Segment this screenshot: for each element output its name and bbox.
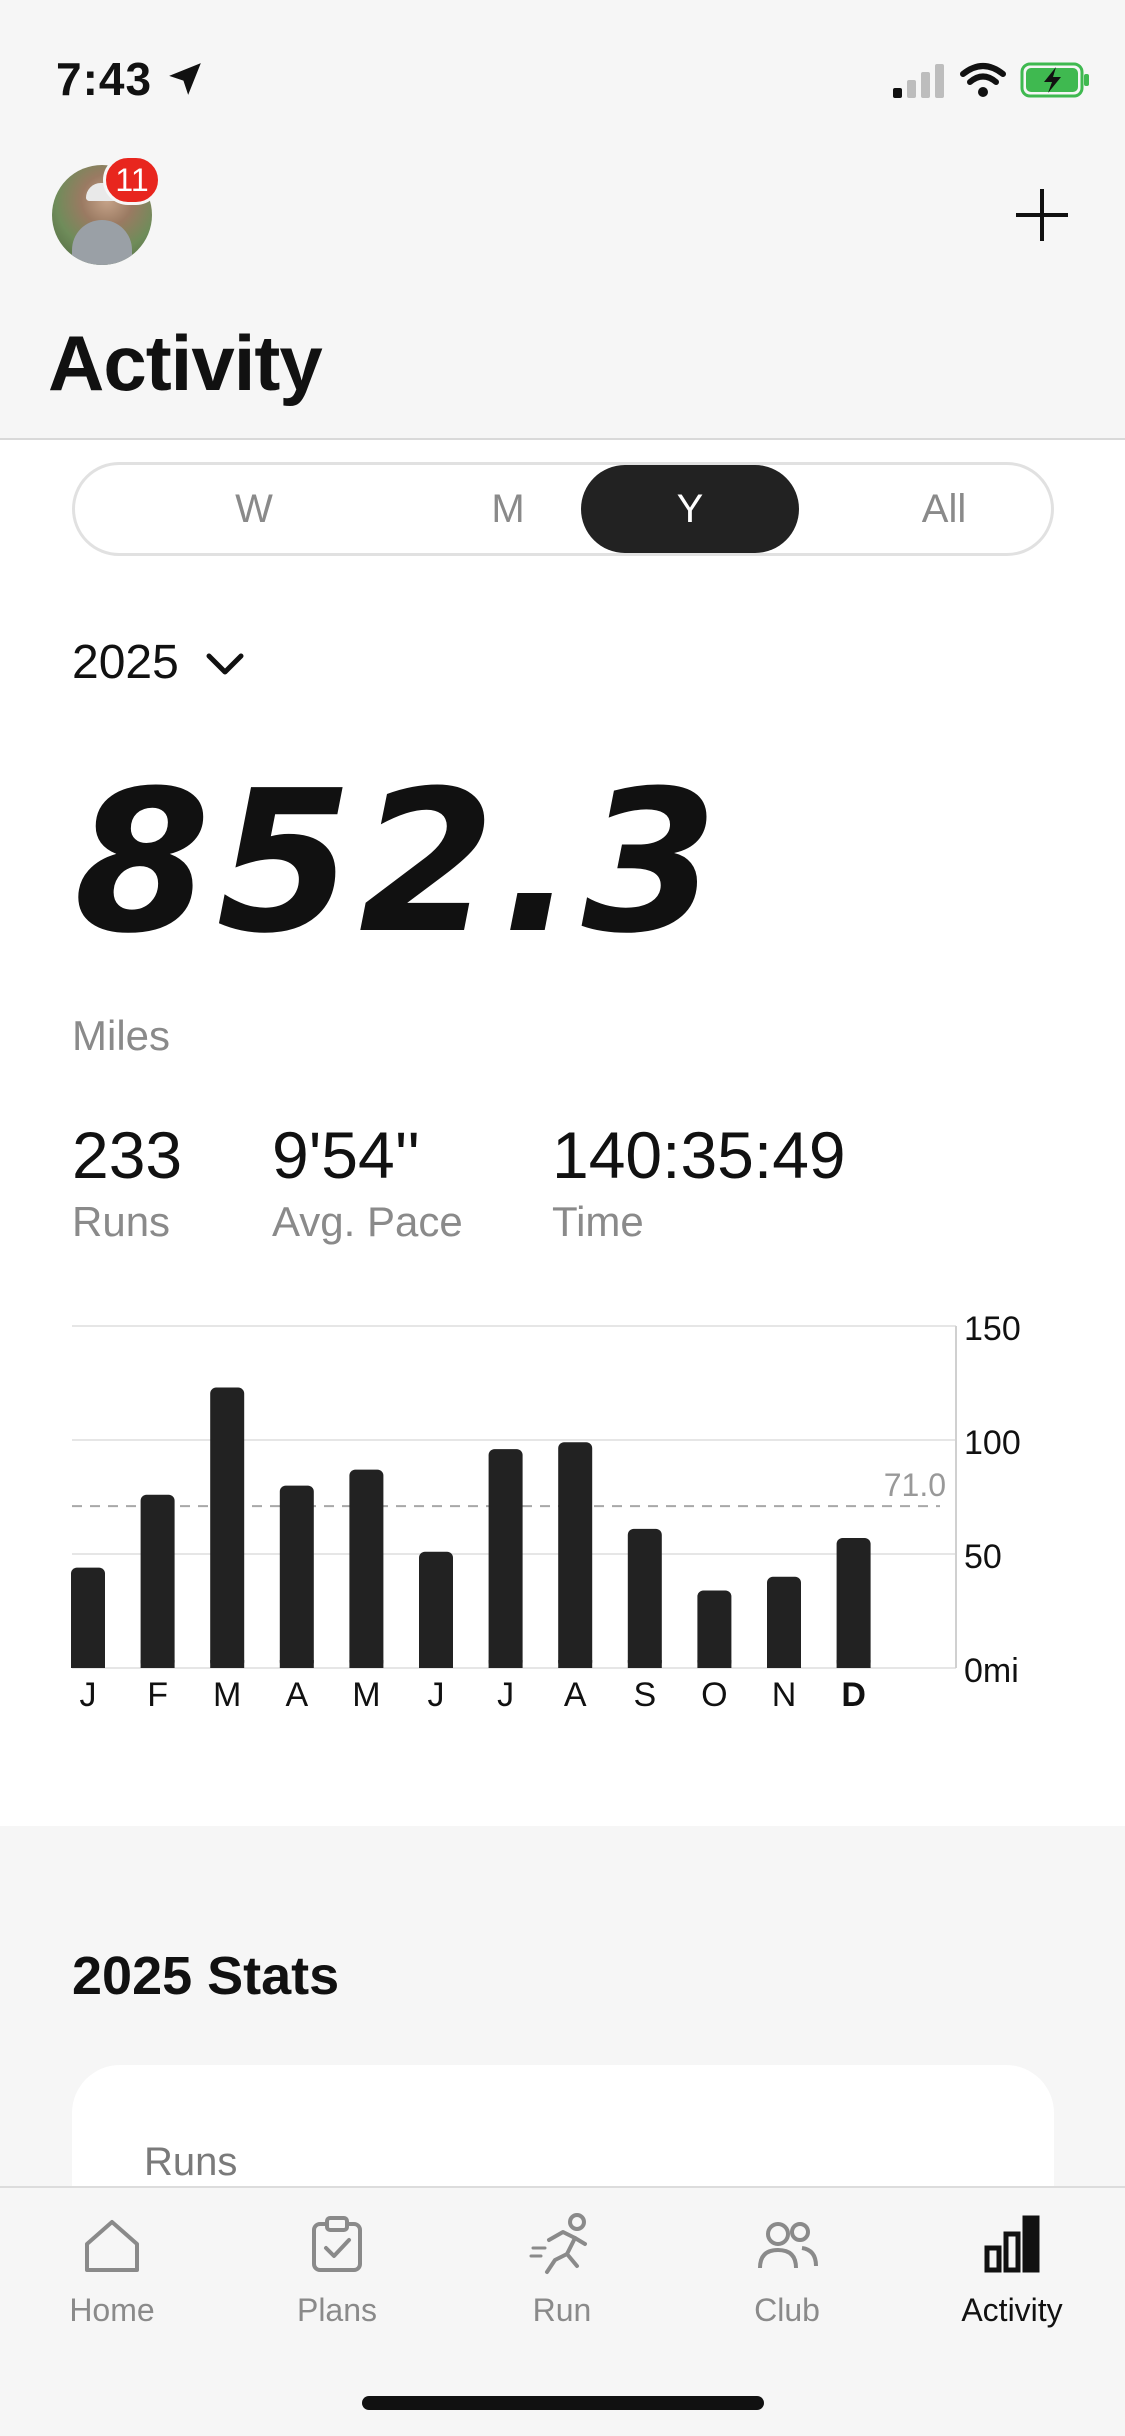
tab-year[interactable]: Y: [581, 465, 799, 553]
bar: [488, 1449, 523, 1668]
tab-run[interactable]: Run: [462, 2210, 662, 2360]
bar-base: [419, 1660, 453, 1668]
distance-unit: Miles: [72, 1012, 171, 1059]
x-tick-label: D: [841, 1676, 866, 1714]
bar: [210, 1387, 245, 1668]
stats-section-title: 2025 Stats: [72, 1946, 340, 2006]
home-icon: [85, 2220, 139, 2272]
y-tick-label: 150: [964, 1310, 1021, 1348]
add-button[interactable]: [1012, 185, 1072, 245]
notification-badge: 11: [103, 155, 161, 205]
time-label: Time: [552, 1198, 644, 1245]
bar: [71, 1567, 105, 1668]
runner-icon: [529, 2213, 587, 2274]
bar: [419, 1551, 453, 1668]
bar: [627, 1528, 662, 1668]
bar-chart-icon: [984, 2215, 1040, 2273]
bar: [279, 1485, 314, 1668]
x-tick-label: N: [772, 1676, 797, 1714]
average-label: 71.0: [884, 1467, 946, 1503]
period-segmented-control: W M Y All: [72, 462, 1054, 556]
cellular-signal-icon: [893, 64, 944, 98]
runs-label: Runs: [72, 1198, 171, 1245]
bar-base: [488, 1660, 523, 1668]
year-selector[interactable]: 2025: [72, 635, 179, 690]
bar: [836, 1538, 871, 1668]
tab-all[interactable]: All: [835, 465, 1053, 553]
bar-base: [558, 1660, 593, 1668]
bar: [558, 1442, 593, 1668]
monthly-distance-chart[interactable]: 150 100 50 0mi 71.0 J F M A M J J A S O N D: [0, 1300, 1125, 1720]
avg-pace-label: Avg. Pace: [272, 1198, 463, 1245]
tab-plans-label: Plans: [296, 2292, 378, 2328]
bar-base: [697, 1660, 732, 1668]
x-tick-label: J: [428, 1676, 445, 1714]
x-tick-label: M: [213, 1676, 241, 1714]
wifi-icon: [960, 63, 1006, 97]
x-tick-label: J: [80, 1676, 97, 1714]
home-indicator: [362, 2396, 764, 2410]
tab-home-label: Home: [69, 2292, 155, 2328]
bar-base: [279, 1660, 314, 1668]
time-value: 140:35:49: [552, 1118, 846, 1192]
stats-card-label: Runs: [144, 2140, 238, 2184]
battery-charging-icon: [1020, 62, 1089, 98]
tab-home[interactable]: Home: [12, 2210, 212, 2360]
tab-run-label: Run: [532, 2292, 592, 2328]
bar-base: [836, 1660, 871, 1668]
bar: [140, 1494, 175, 1668]
page-title: Activity: [48, 319, 323, 407]
people-icon: [758, 2222, 818, 2269]
bar: [349, 1469, 384, 1668]
tab-activity-label: Activity: [961, 2292, 1063, 2328]
x-tick-label: S: [633, 1676, 656, 1714]
location-arrow-icon: [169, 63, 201, 95]
y-tick-label: 0mi: [964, 1652, 1019, 1690]
x-tick-label: J: [497, 1676, 514, 1714]
bar: [697, 1590, 732, 1668]
tab-club[interactable]: Club: [687, 2210, 887, 2360]
clipboard-check-icon: [312, 2216, 362, 2272]
status-time: 7:43: [56, 53, 153, 105]
bar: [767, 1576, 801, 1668]
bar-base: [627, 1660, 662, 1668]
avg-pace-value: 9'54'': [272, 1118, 420, 1192]
total-distance: 852.3: [74, 749, 724, 977]
x-tick-label: F: [147, 1676, 168, 1714]
bar-base: [767, 1660, 801, 1668]
x-tick-label: O: [701, 1676, 727, 1714]
x-tick-label: A: [285, 1676, 308, 1714]
tab-club-label: Club: [754, 2292, 820, 2328]
tab-week[interactable]: W: [145, 465, 363, 553]
y-tick-label: 100: [964, 1424, 1021, 1462]
runs-count: 233: [72, 1118, 183, 1192]
bar-base: [71, 1660, 105, 1668]
chevron-down-icon[interactable]: [205, 650, 245, 680]
bar-base: [140, 1660, 175, 1668]
tab-plans[interactable]: Plans: [237, 2210, 437, 2360]
x-tick-label: A: [564, 1676, 587, 1714]
bar-base: [210, 1660, 245, 1668]
x-tick-label: M: [352, 1676, 380, 1714]
tab-activity[interactable]: Activity: [912, 2210, 1112, 2360]
y-tick-label: 50: [964, 1538, 1002, 1576]
bar-base: [349, 1660, 384, 1668]
